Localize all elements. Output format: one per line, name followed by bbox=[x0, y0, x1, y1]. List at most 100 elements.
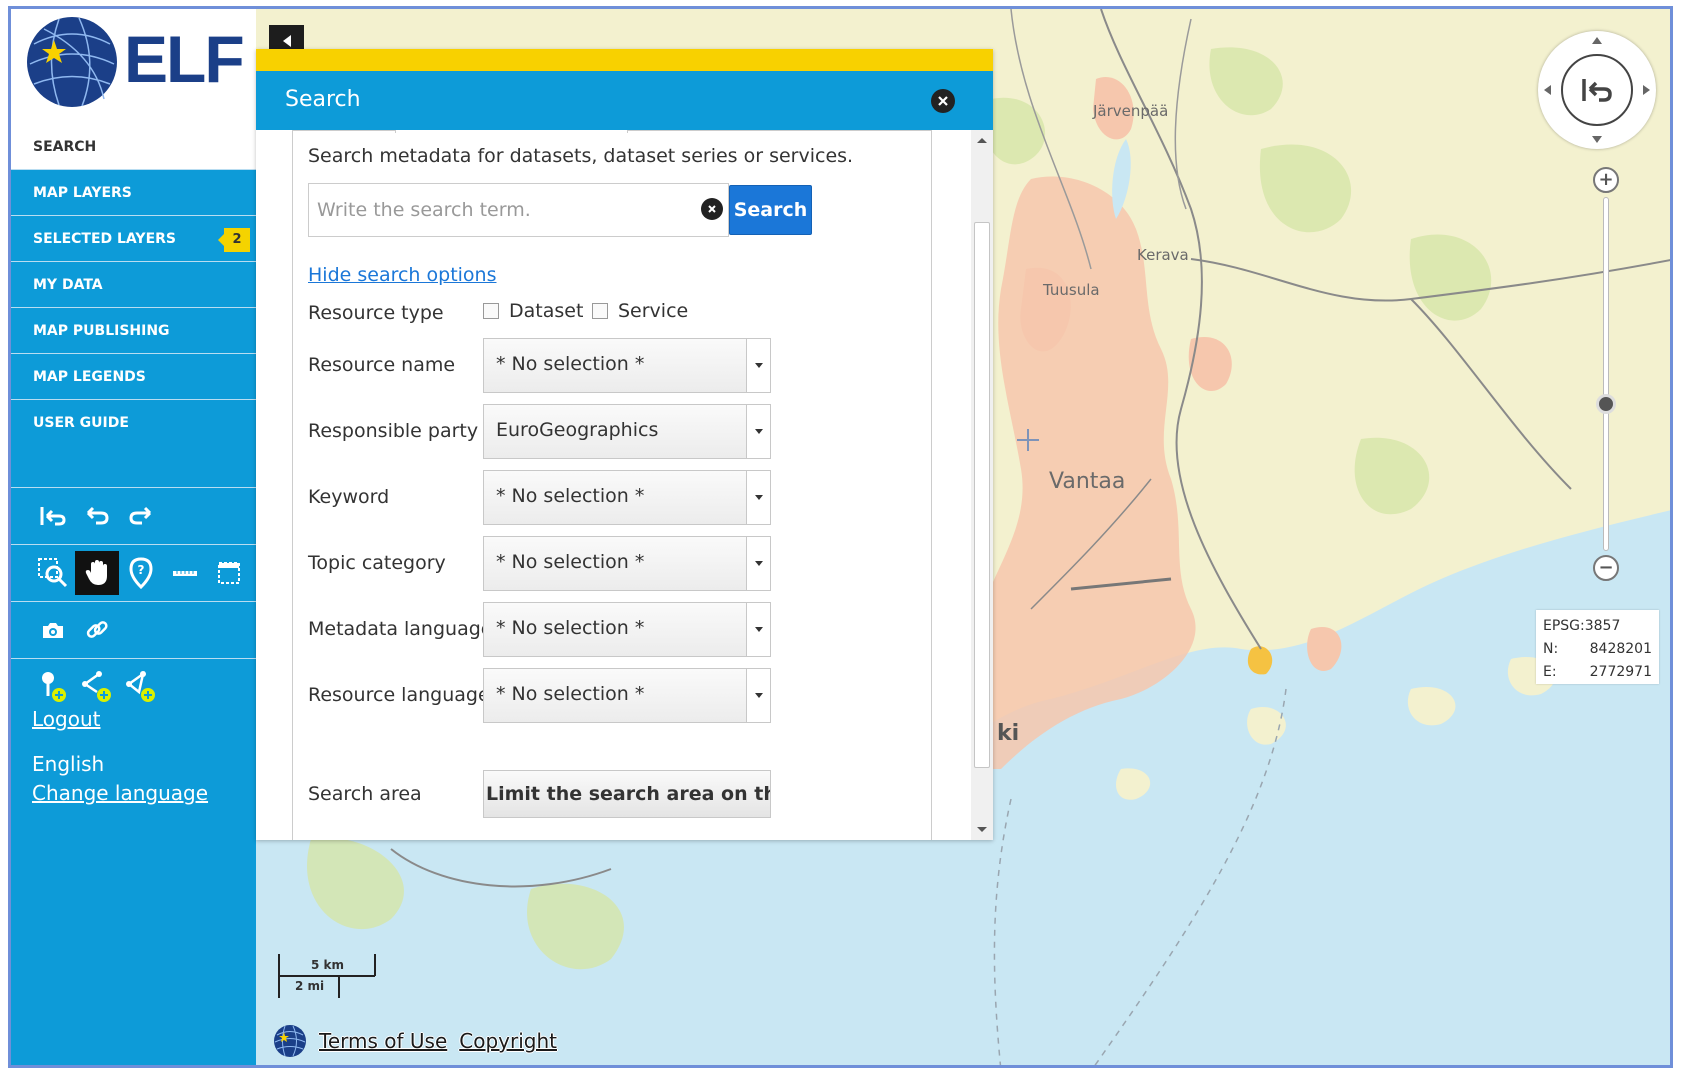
select-value: * No selection * bbox=[496, 551, 645, 573]
search-input[interactable] bbox=[309, 184, 689, 236]
limit-search-area-button[interactable]: Limit the search area on the map bbox=[483, 770, 771, 818]
get-info-icon[interactable]: ? bbox=[119, 551, 163, 595]
measure-area-icon[interactable] bbox=[207, 551, 251, 595]
undo-icon[interactable] bbox=[75, 494, 119, 538]
nav-item-search[interactable]: SEARCH bbox=[11, 124, 256, 170]
chevron-down-icon[interactable] bbox=[746, 405, 770, 458]
place-label-tuusula: Tuusula bbox=[1043, 281, 1100, 299]
topic-category-select[interactable]: * No selection * bbox=[483, 536, 771, 591]
current-language: English bbox=[32, 752, 105, 776]
pan-up-arrow[interactable] bbox=[1592, 37, 1602, 44]
navigation-toolbar: ? bbox=[11, 545, 256, 602]
scale-imperial-label: 2 mi bbox=[295, 979, 325, 993]
resource-type-label: Resource type bbox=[308, 302, 444, 324]
service-checkbox[interactable]: Service bbox=[592, 300, 688, 322]
metadata-language-label: Metadata language bbox=[308, 618, 493, 640]
keyword-select[interactable]: * No selection * bbox=[483, 470, 771, 525]
topic-category-label: Topic category bbox=[308, 552, 446, 574]
chevron-down-icon[interactable] bbox=[746, 603, 770, 656]
reset-view-button[interactable] bbox=[1561, 54, 1633, 126]
nav-item-user-guide[interactable]: USER GUIDE bbox=[11, 400, 256, 446]
reset-view-icon[interactable] bbox=[31, 494, 75, 538]
select-value: * No selection * bbox=[496, 617, 645, 639]
chevron-down-icon[interactable] bbox=[746, 537, 770, 590]
zoom-slider-handle[interactable] bbox=[1596, 394, 1616, 414]
crs-label: EPSG:3857 bbox=[1543, 618, 1621, 634]
select-value: EuroGeographics bbox=[496, 419, 659, 441]
nav-item-map-legends[interactable]: MAP LEGENDS bbox=[11, 354, 256, 400]
logout-link[interactable]: Logout bbox=[11, 707, 256, 731]
northing-label: N: bbox=[1543, 641, 1559, 657]
history-toolbar bbox=[11, 488, 256, 545]
easting-row: E: 2772971 bbox=[1543, 661, 1652, 684]
resource-language-select[interactable]: * No selection * bbox=[483, 668, 771, 723]
sidebar: ELF SEARCH MAP LAYERS SELECTED LAYERS 2 M… bbox=[11, 9, 256, 1065]
nav-item-label: SELECTED LAYERS bbox=[33, 231, 176, 247]
northing-value: 8428201 bbox=[1589, 641, 1652, 657]
pan-left-arrow[interactable] bbox=[1544, 85, 1551, 95]
close-panel-button[interactable] bbox=[931, 89, 955, 113]
map-footer: Terms of Use Copyright bbox=[273, 1024, 557, 1058]
nav-item-label: SEARCH bbox=[33, 139, 97, 155]
link-icon[interactable] bbox=[75, 608, 119, 652]
logo: ELF bbox=[11, 9, 256, 124]
chevron-down-icon[interactable] bbox=[746, 471, 770, 524]
camera-icon[interactable] bbox=[31, 608, 75, 652]
elf-globe-icon bbox=[274, 1025, 306, 1057]
zoom-in-button[interactable]: + bbox=[1593, 167, 1619, 193]
nav-item-map-layers[interactable]: MAP LAYERS bbox=[11, 170, 256, 216]
add-area-icon[interactable] bbox=[119, 665, 163, 709]
measure-line-icon[interactable] bbox=[163, 551, 207, 595]
scale-bar: 5 km 2 mi bbox=[277, 954, 377, 998]
brand-name: ELF bbox=[124, 22, 245, 96]
nav-item-my-data[interactable]: MY DATA bbox=[11, 262, 256, 308]
scroll-up-arrow[interactable] bbox=[977, 138, 987, 143]
redo-icon[interactable] bbox=[119, 494, 163, 538]
search-button[interactable]: Search bbox=[729, 185, 812, 235]
chevron-down-icon[interactable] bbox=[746, 669, 770, 722]
pan-right-arrow[interactable] bbox=[1643, 85, 1650, 95]
nav-item-selected-layers[interactable]: SELECTED LAYERS 2 bbox=[11, 216, 256, 262]
pan-hand-icon[interactable] bbox=[75, 551, 119, 595]
pan-compass[interactable] bbox=[1538, 31, 1656, 149]
nav-item-label: MAP PUBLISHING bbox=[33, 323, 170, 339]
zoom-control: + − bbox=[1591, 167, 1621, 587]
close-icon bbox=[708, 205, 716, 213]
coordinate-display: EPSG:3857 N: 8428201 E: 2772971 bbox=[1536, 610, 1659, 684]
easting-label: E: bbox=[1543, 664, 1557, 680]
metadata-language-select[interactable]: * No selection * bbox=[483, 602, 771, 657]
place-label-helsinki: ki bbox=[997, 721, 1020, 746]
panel-accent-bar bbox=[256, 49, 993, 71]
nav-item-map-publishing[interactable]: MAP PUBLISHING bbox=[11, 308, 256, 354]
chevron-down-icon[interactable] bbox=[746, 339, 770, 392]
terms-of-use-link[interactable]: Terms of Use bbox=[319, 1029, 447, 1053]
checkbox-box[interactable] bbox=[483, 303, 499, 319]
resource-name-select[interactable]: * No selection * bbox=[483, 338, 771, 393]
panel-header: Search bbox=[256, 71, 993, 130]
pan-down-arrow[interactable] bbox=[1592, 136, 1602, 143]
northing-row: N: 8428201 bbox=[1543, 638, 1652, 661]
responsible-party-select[interactable]: EuroGeographics bbox=[483, 404, 771, 459]
search-area-label: Search area bbox=[308, 783, 422, 805]
draw-toolbar bbox=[11, 659, 256, 709]
search-panel: Search Search metadata for datasets, dat… bbox=[256, 49, 993, 840]
scroll-down-arrow[interactable] bbox=[977, 827, 987, 832]
add-point-icon[interactable] bbox=[31, 665, 75, 709]
clear-search-button[interactable] bbox=[701, 198, 723, 220]
responsible-party-label: Responsible party bbox=[308, 420, 479, 442]
nav-item-label: MY DATA bbox=[33, 277, 103, 293]
nav-item-label: MAP LAYERS bbox=[33, 185, 132, 201]
hide-search-options-link[interactable]: Hide search options bbox=[308, 264, 497, 286]
dataset-checkbox[interactable]: Dataset bbox=[483, 300, 583, 322]
change-language-link[interactable]: Change language bbox=[11, 781, 256, 805]
add-line-icon[interactable] bbox=[75, 665, 119, 709]
place-label-jarvenpaa: Järvenpää bbox=[1093, 102, 1169, 120]
zoom-slider-track[interactable] bbox=[1603, 197, 1609, 551]
zoom-box-icon[interactable] bbox=[31, 551, 75, 595]
zoom-out-button[interactable]: − bbox=[1593, 555, 1619, 581]
copyright-link[interactable]: Copyright bbox=[459, 1029, 557, 1053]
checkbox-box[interactable] bbox=[592, 303, 608, 319]
chevron-left-icon bbox=[282, 35, 291, 47]
scrollbar-thumb[interactable] bbox=[974, 222, 990, 768]
panel-scrollbar[interactable] bbox=[971, 130, 993, 840]
